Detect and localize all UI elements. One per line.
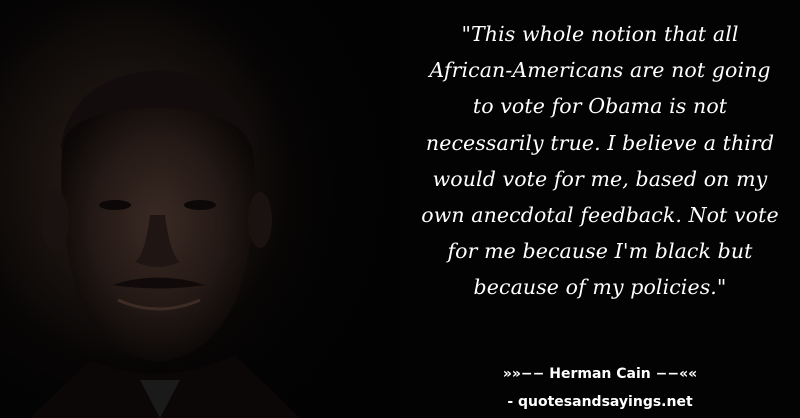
attribution-prefix: »»−−: [502, 366, 550, 382]
quote-panel: "This whole notion that all African-Amer…: [400, 0, 800, 418]
attribution-suffix: −−««: [650, 366, 698, 382]
site-credit: - quotesandsayings.net: [507, 394, 693, 410]
portrait-image: [0, 0, 340, 418]
author-name: Herman Cain: [549, 366, 651, 382]
quote-text: "This whole notion that all African-Amer…: [421, 22, 779, 300]
quote-card: "This whole notion that all African-Amer…: [0, 0, 800, 418]
portrait-photo-panel: [0, 0, 400, 418]
attribution: »»−− Herman Cain −−««: [400, 365, 800, 383]
